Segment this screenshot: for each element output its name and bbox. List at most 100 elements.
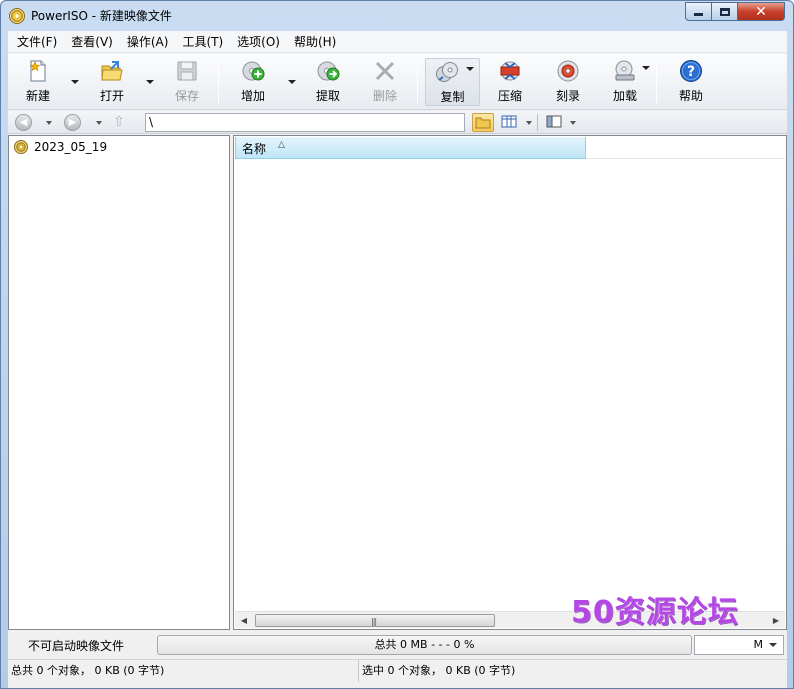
- svg-text:?: ?: [687, 64, 695, 80]
- toolbar-separator: [656, 60, 657, 104]
- file-list-pane: 名称 △ ◀ ||| ▶: [233, 135, 787, 630]
- new-dropdown-arrow[interactable]: [71, 80, 79, 84]
- status-selected: 选中 0 个对象， 0 KB (0 字节): [362, 664, 516, 677]
- new-file-icon: [29, 60, 46, 82]
- extract-button[interactable]: 提取: [305, 58, 351, 106]
- scroll-right-icon[interactable]: ▶: [769, 614, 783, 627]
- status-total: 总共 0 个对象， 0 KB (0 字节): [8, 660, 359, 682]
- boot-status-label: 不可启动映像文件: [28, 639, 125, 653]
- burn-button[interactable]: 刻录: [545, 58, 591, 106]
- close-button[interactable]: ✕: [738, 2, 785, 21]
- window-title: PowerISO - 新建映像文件: [31, 9, 172, 23]
- compress-icon: [500, 61, 520, 81]
- app-window: PowerISO - 新建映像文件 ✕ 文件(F) 查看(V) 操作(A) 工具…: [0, 0, 794, 689]
- mount-label: 加载: [612, 89, 637, 103]
- compress-label: 压缩: [497, 89, 522, 103]
- copy-disc-icon: [435, 62, 458, 82]
- mount-button[interactable]: 加载: [602, 58, 650, 106]
- sort-ascending-icon: △: [278, 140, 285, 150]
- menu-file[interactable]: 文件(F): [10, 31, 64, 53]
- status-bar: 总共 0 个对象， 0 KB (0 字节) 选中 0 个对象， 0 KB (0 …: [8, 659, 787, 682]
- layout-button[interactable]: [544, 113, 566, 132]
- column-name-label: 名称: [242, 142, 267, 156]
- copy-label: 复制: [440, 90, 465, 104]
- back-arrow-icon: ◀: [19, 117, 28, 128]
- minimize-icon: [694, 13, 703, 16]
- save-label: 保存: [174, 89, 199, 103]
- back-button[interactable]: ◀: [15, 114, 32, 131]
- chevron-down-icon: [769, 643, 777, 647]
- toolbar: 新建 打开 保存 增加 提取 删除 复制 压缩 刻录 加载 ? 帮助: [8, 54, 787, 110]
- save-disk-icon: [177, 61, 197, 81]
- tree-root-item[interactable]: 2023_05_19: [14, 139, 107, 155]
- open-button[interactable]: 打开: [89, 58, 135, 106]
- new-button[interactable]: 新建: [15, 58, 61, 106]
- forward-button[interactable]: ▶: [64, 114, 81, 131]
- title-bar[interactable]: PowerISO - 新建映像文件 ✕: [1, 1, 793, 31]
- scroll-left-icon[interactable]: ◀: [237, 614, 251, 627]
- maximize-icon: [719, 7, 730, 16]
- open-label: 打开: [99, 89, 124, 103]
- back-history-dropdown[interactable]: [46, 121, 52, 125]
- capacity-value: M: [753, 638, 764, 651]
- copy-button[interactable]: 复制: [425, 58, 480, 106]
- help-label: 帮助: [678, 89, 703, 103]
- menu-tools[interactable]: 工具(T): [175, 31, 230, 53]
- capacity-select[interactable]: M: [694, 635, 784, 655]
- disc-image-icon: [14, 140, 28, 154]
- window-controls: ✕: [685, 2, 785, 21]
- menu-options[interactable]: 选项(O): [230, 31, 287, 53]
- compress-button[interactable]: 压缩: [487, 58, 533, 106]
- copy-dropdown-arrow[interactable]: [466, 67, 474, 71]
- open-dropdown-arrow[interactable]: [146, 80, 154, 84]
- menu-bar: 文件(F) 查看(V) 操作(A) 工具(T) 选项(O) 帮助(H): [8, 31, 787, 53]
- new-label: 新建: [25, 89, 50, 103]
- toolbar-separator: [218, 60, 219, 104]
- progress-text: 总共 0 MB - - - 0 %: [374, 638, 475, 651]
- grip-icon: |||: [371, 617, 377, 626]
- path-input[interactable]: \: [145, 113, 465, 132]
- view-mode-dropdown[interactable]: [526, 121, 532, 125]
- capacity-progress: 总共 0 MB - - - 0 %: [157, 635, 692, 655]
- addressbar-separator: [537, 114, 538, 131]
- mount-drive-icon: [615, 60, 635, 81]
- column-header-name[interactable]: 名称 △: [235, 137, 586, 159]
- scrollbar-thumb[interactable]: |||: [255, 614, 495, 627]
- watermark-logo: 50资源论坛: [571, 595, 739, 630]
- open-folder-icon: [101, 61, 123, 81]
- extract-icon: [317, 61, 340, 81]
- menu-help[interactable]: 帮助(H): [287, 31, 343, 53]
- menu-action[interactable]: 操作(A): [120, 31, 176, 53]
- burn-disc-icon: [557, 60, 579, 82]
- column-header-empty: [586, 137, 785, 159]
- address-bar: ◀ ▶ ⇧ \: [8, 111, 787, 134]
- forward-history-dropdown[interactable]: [96, 121, 102, 125]
- burn-label: 刻录: [555, 89, 580, 103]
- folder-icon: [475, 117, 491, 129]
- delete-x-icon: [375, 61, 395, 81]
- delete-label: 删除: [372, 89, 397, 103]
- folder-view-button[interactable]: [472, 113, 494, 132]
- mount-dropdown-arrow[interactable]: [642, 66, 650, 70]
- layout-dropdown[interactable]: [570, 121, 576, 125]
- tree-root-label: 2023_05_19: [34, 140, 108, 154]
- forward-arrow-icon: ▶: [68, 117, 77, 128]
- up-folder-icon[interactable]: ⇧: [113, 114, 127, 130]
- minimize-button[interactable]: [685, 2, 712, 21]
- add-button[interactable]: 增加: [230, 58, 276, 106]
- add-label: 增加: [240, 89, 265, 103]
- add-dropdown-arrow[interactable]: [288, 80, 296, 84]
- delete-button[interactable]: 删除: [362, 58, 408, 106]
- image-info-bar: 不可启动映像文件 总共 0 MB - - - 0 % M: [8, 632, 787, 657]
- toolbar-separator: [417, 60, 418, 104]
- extract-label: 提取: [315, 89, 340, 103]
- folder-tree-pane: 2023_05_19: [8, 135, 230, 630]
- help-button[interactable]: ? 帮助: [668, 58, 714, 106]
- save-button[interactable]: 保存: [164, 58, 210, 106]
- view-mode-button[interactable]: [499, 113, 521, 132]
- menu-view[interactable]: 查看(V): [64, 31, 120, 53]
- maximize-button[interactable]: [712, 2, 738, 21]
- close-icon: ✕: [755, 3, 767, 20]
- details-view-icon: [501, 115, 517, 128]
- cd-disc-icon: [9, 8, 25, 24]
